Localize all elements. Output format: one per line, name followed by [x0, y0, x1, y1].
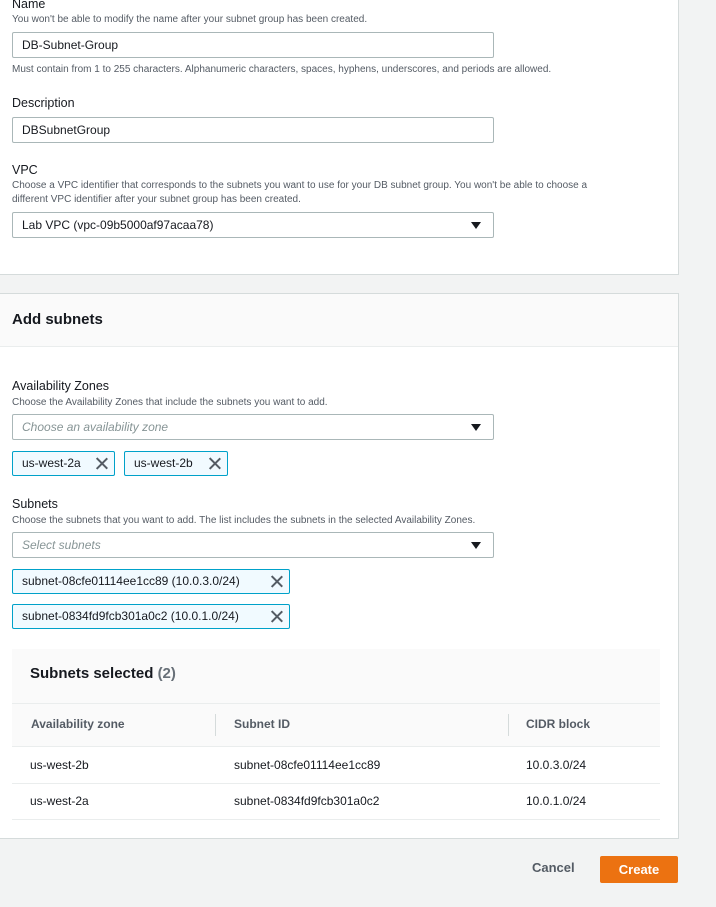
name-hint: You won't be able to modify the name aft… — [12, 14, 368, 25]
subnets-selected-title: Subnets selected (2) — [30, 665, 176, 682]
name-input[interactable]: DB-Subnet-Group — [12, 32, 494, 58]
create-button[interactable]: Create — [600, 856, 678, 883]
table-cell-az: us-west-2a — [30, 794, 89, 808]
az-token-label: us-west-2a — [22, 456, 81, 470]
table-cell-cidr: 10.0.3.0/24 — [526, 758, 587, 772]
subnet-token: subnet-0834fd9fcb301a0c2 (10.0.1.0/24) — [12, 604, 290, 629]
vpc-select-value: Lab VPC (vpc-09b5000af97acaa78) — [22, 218, 214, 232]
subnet-token: subnet-08cfe01114ee1cc89 (10.0.3.0/24) — [12, 569, 290, 594]
remove-icon[interactable] — [208, 457, 221, 470]
subnet-token-label: subnet-0834fd9fcb301a0c2 (10.0.1.0/24) — [22, 609, 239, 623]
caret-down-icon — [471, 542, 481, 549]
az-token-label: us-west-2b — [134, 456, 193, 470]
remove-icon[interactable] — [270, 575, 283, 588]
vpc-label: VPC — [12, 163, 38, 177]
subnets-select[interactable]: Select subnets — [12, 532, 494, 558]
add-subnets-title: Add subnets — [12, 311, 103, 328]
name-constraint: Must contain from 1 to 255 characters. A… — [12, 64, 552, 75]
subnet-token-label: subnet-08cfe01114ee1cc89 (10.0.3.0/24) — [22, 574, 240, 588]
subnets-hint: Choose the subnets that you want to add.… — [12, 515, 476, 526]
vpc-hint-line2: different VPC identifier after your subn… — [12, 194, 301, 205]
az-select-placeholder: Choose an availability zone — [22, 420, 169, 434]
caret-down-icon — [471, 424, 481, 431]
description-input[interactable]: DBSubnetGroup — [12, 117, 494, 143]
az-label: Availability Zones — [12, 379, 110, 393]
az-hint: Choose the Availability Zones that inclu… — [12, 397, 328, 408]
description-label: Description — [12, 96, 75, 110]
remove-icon[interactable] — [95, 457, 108, 470]
cancel-button[interactable]: Cancel — [532, 860, 575, 875]
vpc-select[interactable]: Lab VPC (vpc-09b5000af97acaa78) — [12, 212, 494, 238]
az-token-us-west-2a: us-west-2a — [12, 451, 115, 476]
subnets-label: Subnets — [12, 497, 58, 511]
az-token-us-west-2b: us-west-2b — [124, 451, 228, 476]
table-cell-subnet-id: subnet-0834fd9fcb301a0c2 — [234, 794, 380, 808]
table-cell-az: us-west-2b — [30, 758, 89, 772]
subnets-selected-title-text: Subnets selected — [30, 665, 154, 682]
column-divider — [508, 714, 509, 736]
column-header-cidr-block: CIDR block — [526, 717, 591, 731]
subnets-selected-count: (2) — [157, 665, 176, 682]
name-label: Name — [12, 0, 46, 11]
az-select[interactable]: Choose an availability zone — [12, 414, 494, 440]
column-divider — [215, 714, 216, 736]
row-divider — [12, 783, 660, 784]
column-header-subnet-id: Subnet ID — [234, 717, 290, 731]
caret-down-icon — [471, 222, 481, 229]
vpc-hint-line1: Choose a VPC identifier that corresponds… — [12, 180, 588, 191]
table-cell-subnet-id: subnet-08cfe01114ee1cc89 — [234, 758, 381, 772]
column-header-availability-zone: Availability zone — [31, 717, 125, 731]
subnets-select-placeholder: Select subnets — [22, 538, 101, 552]
remove-icon[interactable] — [270, 610, 283, 623]
table-cell-cidr: 10.0.1.0/24 — [526, 794, 587, 808]
row-divider — [12, 819, 660, 820]
